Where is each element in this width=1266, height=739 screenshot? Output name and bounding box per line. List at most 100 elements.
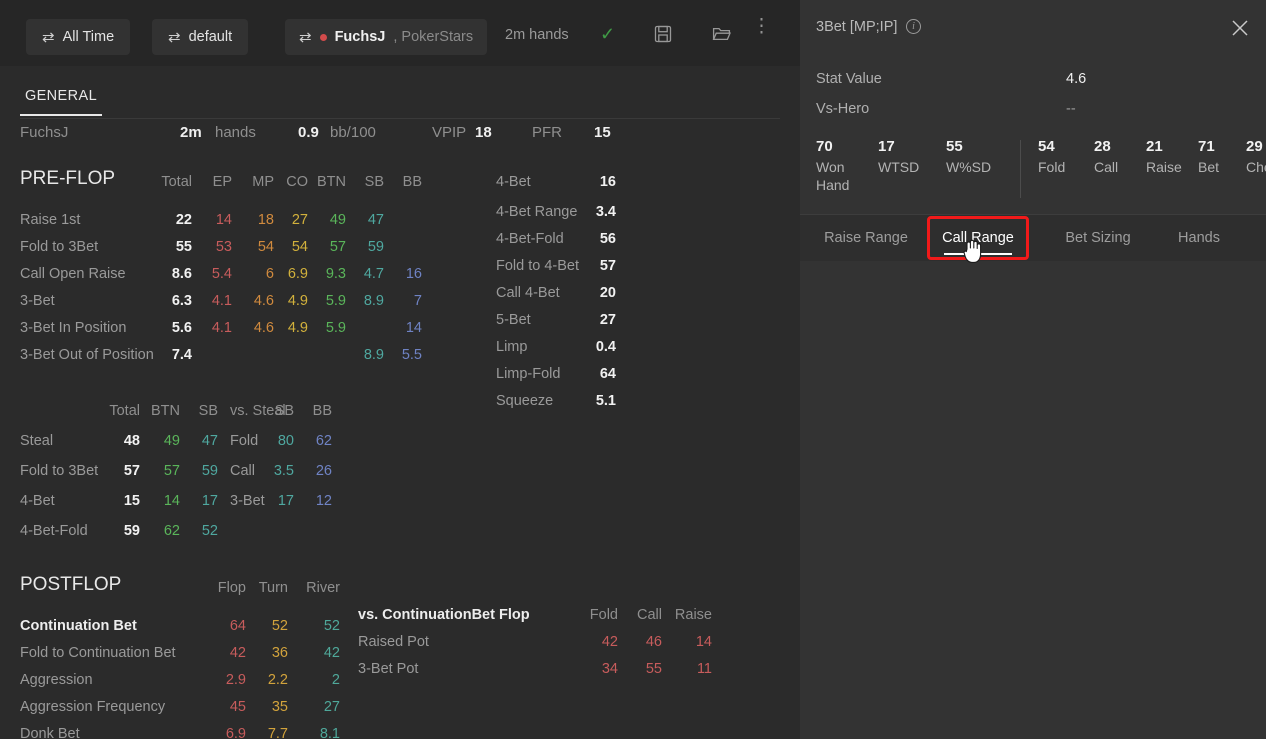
stat-cell: 36 [271, 645, 288, 661]
stat-cell: 9.3 [325, 266, 346, 282]
table-row: 3-Bet Pot 34 55 11 [358, 658, 712, 685]
stat-cell: 80 [277, 433, 294, 449]
table-row: Fold to 4-Bet 57 [496, 255, 626, 282]
stat-cell: Turn [258, 580, 288, 596]
stat-cell: 16 [405, 266, 422, 282]
table-row: Fold to 3Bet 57 57 59 [20, 460, 230, 490]
close-icon[interactable] [1226, 14, 1254, 42]
stat-cell: Total [109, 403, 140, 419]
filter-default-label: default [188, 29, 233, 45]
mini-stat: 21 Raise [1146, 138, 1182, 176]
stat-cell: 5.1 [595, 393, 616, 409]
stat-cell: 47 [367, 212, 384, 228]
tab-bet-sizing[interactable]: Bet Sizing [1048, 215, 1148, 261]
tab-label: Hands [1178, 230, 1220, 246]
mini-stat-value: 21 [1146, 138, 1163, 155]
row-label: 4-Bet-Fold [496, 231, 564, 247]
row-label: Donk Bet [20, 726, 80, 739]
stat-cell: 17 [201, 493, 218, 509]
folder-open-icon[interactable] [712, 25, 731, 48]
stat-cell: BTN [317, 174, 346, 190]
stat-cell: 35 [271, 699, 288, 715]
stat-cell: SB [364, 174, 384, 190]
stat-cell: 14 [163, 493, 180, 509]
mini-stat-label: Check [1246, 159, 1266, 175]
stat-cell: Raise [674, 607, 712, 623]
stat-cell: 14 [405, 320, 422, 336]
check-icon[interactable]: ✓ [600, 24, 615, 45]
vs-steal-table: vs. Steal SB BB Fold 80 62 Call 3.5 26 3-Bet 17 12 [230, 400, 332, 520]
stat-cell: 62 [315, 433, 332, 449]
row-label: Call [230, 463, 255, 479]
row-label: 5-Bet [496, 312, 531, 328]
stat-cell: 3.5 [273, 463, 294, 479]
stat-cell: 26 [315, 463, 332, 479]
stat-cell: 53 [215, 239, 232, 255]
stat-cell: 57 [599, 258, 616, 274]
table-row: Call 3.5 26 [230, 460, 332, 490]
stat-cell: 2 [331, 672, 340, 688]
stat-cell: 5.9 [325, 320, 346, 336]
stat-cell: 8.9 [363, 347, 384, 363]
table-row: 3-Bet Out of Position 7.4 8.9 5.5 [20, 344, 432, 371]
mini-stat-label: W%SD [946, 159, 992, 175]
stat-cell: 57 [163, 463, 180, 479]
mini-stat: 17 WTSD [878, 138, 919, 176]
stat-cell: 4.9 [287, 320, 308, 336]
stat-cell: 15 [123, 493, 140, 509]
stat-cell: SB [198, 403, 218, 419]
summary-pfr-value: 15 [594, 124, 611, 141]
table-row: Squeeze 5.1 [496, 390, 626, 417]
more-vertical-icon[interactable]: ⋮ [752, 17, 771, 36]
mini-stat: 70 Won Hand [816, 138, 868, 194]
filter-all-time-button[interactable]: ⇄ All Time [26, 19, 131, 55]
row-label: 3-Bet [20, 293, 55, 309]
mini-stat-label: Fold [1038, 159, 1066, 175]
summary-bb100-value: 0.9 [298, 124, 319, 141]
table-header-row: vs. ContinuationBet Flop Fold Call Raise [358, 604, 712, 631]
row-label: Fold to 3Bet [20, 463, 99, 479]
row-label: 4-Bet [20, 493, 55, 509]
stat-cell: CO [286, 174, 308, 190]
row-label: 4-Bet Range [496, 204, 578, 220]
table-row: Aggression 2.9 2.2 2 [20, 669, 350, 696]
tab-raise-range[interactable]: Raise Range [816, 215, 916, 261]
summary-bb100-label: bb/100 [330, 124, 376, 141]
stat-cell: 27 [323, 699, 340, 715]
preflop-table: Total EP MP CO BTN SB BB Raise 1st 22 14 18 27 49 47 F… [20, 168, 432, 371]
info-icon[interactable]: i [906, 19, 921, 34]
stat-cell: EP [212, 174, 232, 190]
stat-cell: SB [274, 403, 294, 419]
tab-general[interactable]: GENERAL [20, 88, 102, 116]
stat-cell: 49 [329, 212, 346, 228]
table-row: Continuation Bet 64 52 52 [20, 615, 350, 642]
table-row: 4-Bet-Fold 59 62 52 [20, 520, 230, 550]
stat-cell: BB [402, 174, 422, 190]
row-label: 3-Bet [230, 493, 265, 509]
table-row: Call 4-Bet 20 [496, 282, 626, 309]
stat-cell: 5.4 [211, 266, 232, 282]
stat-cell: 52 [323, 618, 340, 634]
stat-cell: 2.9 [225, 672, 246, 688]
mini-stat-label: Bet [1198, 159, 1220, 175]
mini-stat-value: 71 [1198, 138, 1215, 155]
stat-cell: 2.2 [267, 672, 288, 688]
stat-cell: 14 [695, 634, 712, 650]
player-status-dot-icon [319, 33, 327, 41]
player-selector-button[interactable]: ⇄ FuchsJ , PokerStars [285, 19, 488, 55]
stat-cell: 54 [257, 239, 274, 255]
stat-cell: 7.4 [171, 347, 192, 363]
tab-call-range[interactable]: Call Range [930, 215, 1026, 261]
filter-default-button[interactable]: ⇄ default [152, 19, 249, 55]
summary-hands-value: 2m [180, 124, 202, 141]
tab-underline [20, 114, 102, 116]
tab-hands[interactable]: Hands [1164, 215, 1234, 261]
stat-cell: 42 [601, 634, 618, 650]
summary-pfr-label: PFR [532, 124, 562, 141]
save-icon[interactable] [654, 25, 672, 48]
table-row: Limp-Fold 64 [496, 363, 626, 390]
summary-vpip-label: VPIP [432, 124, 467, 141]
stat-cell: 52 [201, 523, 218, 539]
panel-header: 3Bet [MP;IP] i [800, 0, 1266, 56]
vs-hero-value: -- [1066, 101, 1076, 117]
